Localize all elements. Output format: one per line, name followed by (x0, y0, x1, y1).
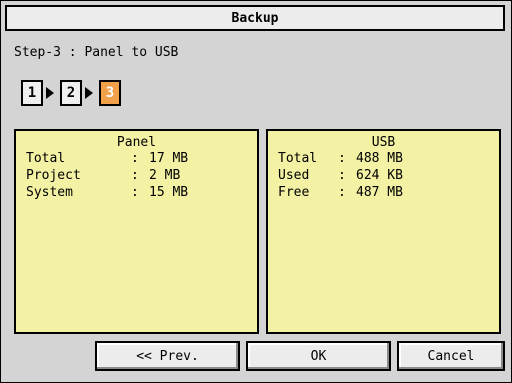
usb-info-box: USB Total : 488 MB Used : 624 KB Free : … (266, 129, 501, 334)
row-colon: : (131, 185, 139, 200)
row-value: 2 MB (149, 168, 181, 183)
ok-button[interactable]: OK (246, 341, 391, 371)
row-colon: : (131, 151, 139, 166)
usb-row-used: Used : 624 KB (278, 167, 499, 184)
row-value: 624 KB (356, 168, 403, 183)
step-1-box: 1 (18, 77, 43, 106)
window-title: Backup (5, 5, 505, 31)
panel-row-system: System : 15 MB (26, 184, 257, 201)
arrow-right-icon (46, 87, 54, 99)
row-colon: : (338, 168, 346, 183)
row-value: 488 MB (356, 151, 403, 166)
step-2-label: 2 (66, 85, 76, 101)
row-key: Total (26, 151, 66, 166)
prev-button[interactable]: << Prev. (95, 341, 240, 371)
usb-row-total: Total : 488 MB (278, 150, 499, 167)
row-colon: : (338, 185, 346, 200)
usb-info-title: USB (371, 135, 396, 150)
row-colon: : (131, 168, 139, 183)
step-label: Step-3 : Panel to USB (14, 45, 179, 60)
step-1-label: 1 (27, 85, 37, 101)
row-value: 17 MB (149, 151, 189, 166)
row-key: Total (278, 151, 318, 166)
cancel-button[interactable]: Cancel (397, 341, 505, 371)
step-3-box: 3 (96, 77, 121, 106)
row-colon: : (338, 151, 346, 166)
panel-row-total: Total : 17 MB (26, 150, 257, 167)
row-value: 15 MB (149, 185, 189, 200)
row-key: Project (26, 168, 81, 183)
usb-row-free: Free : 487 MB (278, 184, 499, 201)
row-key: Used (278, 168, 310, 183)
arrow-right-icon (85, 87, 93, 99)
panel-info-box: Panel Total : 17 MB Project : 2 MB Syste… (14, 129, 259, 334)
step-2-box: 2 (57, 77, 82, 106)
panel-row-project: Project : 2 MB (26, 167, 257, 184)
step-3-label: 3 (105, 85, 115, 101)
backup-window: Backup Step-3 : Panel to USB 1 2 3 Panel… (0, 0, 512, 383)
row-value: 487 MB (356, 185, 403, 200)
row-key: Free (278, 185, 310, 200)
row-key: System (26, 185, 73, 200)
panel-info-title: Panel (116, 135, 157, 150)
